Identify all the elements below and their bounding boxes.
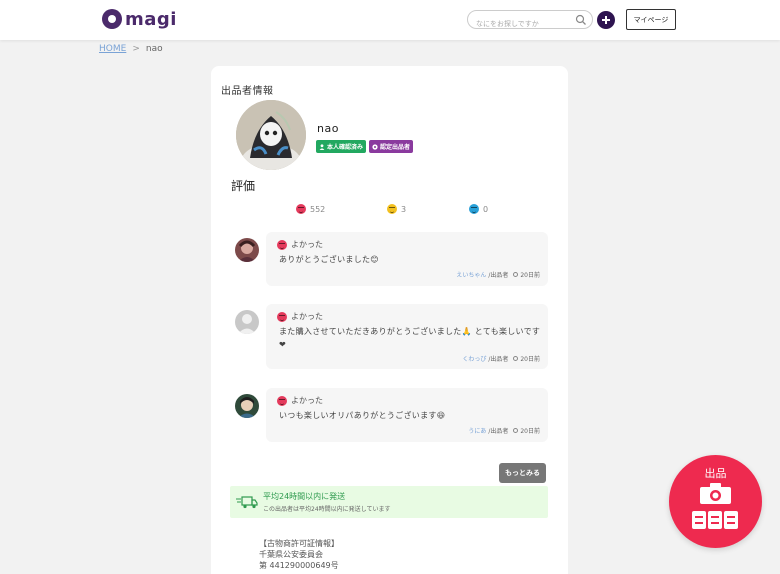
review-item: よかった ありがとうございました😊 えいちゃん /出品者 20日前 [235,232,548,286]
review-rating-label: よかった [291,396,323,405]
good-rating-stat: 552 [296,204,325,214]
seller-avatar[interactable] [236,100,306,170]
reviewer-avatar[interactable] [235,238,259,262]
reviewer-avatar[interactable] [235,394,259,418]
review-time: 20日前 [520,272,540,279]
bad-count: 0 [483,204,489,214]
review-bubble: よかった また購入させていただきありがとうございました🙏 とても楽しいです❤ く… [266,304,548,369]
shipping-title: 平均24時間以内に発送 [263,492,346,501]
review-rating: よかった [277,239,323,250]
breadcrumb-current: nao [145,44,163,54]
evaluation-title: 評価 [231,179,256,193]
evaluation-stats: 552 3 0 [211,204,568,218]
more-reviews-button[interactable]: もっとみる [499,463,546,483]
box-icon [708,511,722,529]
certified-badge: 認定出品者 [369,140,414,153]
seller-avatar-image [236,100,306,170]
shipping-info: 平均24時間以内に発送 この出品者は平均24時間以内に発送しています [230,486,548,518]
gear-icon [372,143,378,150]
dealer-license-info: 【古物商許可証情報】 千葉県公安委員会 第 441290000649号 [259,538,339,571]
review-time: 20日前 [520,428,540,435]
review-bubble: よかった ありがとうございました😊 えいちゃん /出品者 20日前 [266,232,548,286]
reviewer-avatar-image [235,394,259,418]
verified-badge-label: 本人確認済み [327,144,364,151]
search-input[interactable] [468,15,572,33]
mypage-button[interactable]: マイページ [626,9,676,30]
certified-badge-label: 認定出品者 [380,144,411,151]
review-item: よかった いつも楽しいオリパありがとうございます😆 うにあ /出品者 20日前 [235,388,548,442]
sell-fab-label: 出品 [704,467,727,480]
good-face-icon [277,395,287,406]
bad-face-icon [469,204,479,214]
reviewer-role: /出品者 [488,272,509,279]
camera-icon [700,483,731,504]
good-count: 552 [310,204,326,214]
seller-section-title: 出品者情報 [221,86,274,97]
fab-boxes [692,511,738,529]
shipping-subtitle: この出品者は平均24時間以内に発送しています [263,506,391,513]
normal-count: 3 [401,204,407,214]
review-meta: くわっぴ /出品者 20日前 [462,354,540,363]
good-face-icon [296,204,306,214]
clock-icon [513,356,519,361]
review-text: また購入させていただきありがとうございました🙏 とても楽しいです❤ [279,327,541,349]
site-header: magi マイページ [0,0,780,40]
plus-icon [602,16,610,24]
reviewer-role: /出品者 [488,356,509,363]
seller-badges: 本人確認済み 認定出品者 [316,140,414,153]
logo-text: magi [125,8,177,30]
search-box [467,10,593,33]
clock-icon [513,428,519,433]
review-meta: うにあ /出品者 20日前 [468,426,540,435]
breadcrumb-separator: > [132,44,140,54]
reviewer-avatar[interactable] [235,310,259,334]
reviewer-name-link[interactable]: くわっぴ [462,354,486,363]
review-meta: えいちゃん /出品者 20日前 [456,270,540,279]
reviewer-name-link[interactable]: うにあ [468,426,486,435]
good-face-icon [277,239,287,250]
seller-card: 出品者情報 nao 本人確認済み 認定出品者 評価 552 3 0 よかった あ… [211,66,568,574]
review-time: 20日前 [520,356,540,363]
review-rating: よかった [277,395,323,406]
logo-mark-icon [102,9,122,29]
clock-icon [513,272,519,277]
breadcrumb: HOME > nao [99,44,163,54]
review-text: ありがとうございました😊 [279,255,379,264]
breadcrumb-home-link[interactable]: HOME [99,44,126,54]
good-face-icon [277,311,287,322]
reviewer-role: /出品者 [488,428,509,435]
person-icon [319,143,325,150]
reviewer-avatar-image [235,238,259,262]
normal-face-icon [387,204,397,214]
add-listing-button[interactable] [597,11,615,29]
box-icon [724,511,738,529]
sell-fab-button[interactable]: 出品 [669,455,762,548]
review-rating: よかった [277,311,323,322]
review-rating-label: よかった [291,240,323,249]
review-bubble: よかった いつも楽しいオリパありがとうございます😆 うにあ /出品者 20日前 [266,388,548,442]
license-authority: 千葉県公安委員会 [259,550,323,559]
review-text: いつも楽しいオリパありがとうございます😆 [279,411,446,420]
box-icon [692,511,706,529]
normal-rating-stat: 3 [387,204,406,214]
delivery-truck-icon [236,496,258,509]
magi-logo[interactable]: magi [102,8,177,30]
search-icon[interactable] [575,14,587,26]
review-item: よかった また購入させていただきありがとうございました🙏 とても楽しいです❤ く… [235,304,548,369]
reviewer-avatar-image [235,310,259,334]
verified-badge: 本人確認済み [316,140,367,153]
license-number: 第 441290000649号 [259,561,339,570]
seller-name: nao [317,122,339,135]
license-heading: 【古物商許可証情報】 [259,539,339,548]
bad-rating-stat: 0 [469,204,488,214]
review-rating-label: よかった [291,312,323,321]
reviewer-name-link[interactable]: えいちゃん [456,270,486,279]
